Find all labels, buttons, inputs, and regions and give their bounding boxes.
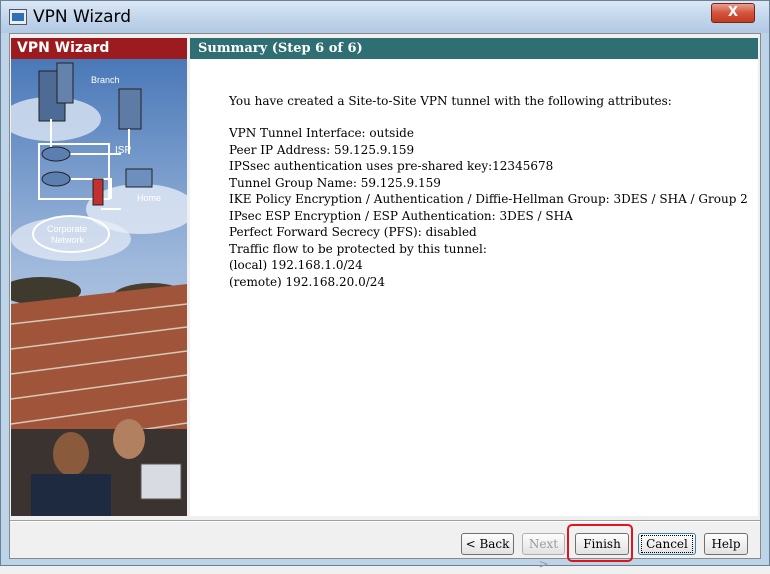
attr-tunnel-group: Tunnel Group Name: 59.125.9.159 [229,175,441,190]
title-bar[interactable]: VPN Wizard X [1,1,769,33]
vpn-wizard-window: VPN Wizard X VPN Wizard Branch ISP Home … [0,0,770,571]
summary-panel: You have created a Site-to-Site VPN tunn… [190,59,758,516]
attr-traffic-flow: Traffic flow to be protected by this tun… [229,241,487,256]
back-button[interactable]: < Back [461,533,514,555]
network-label: Network [51,235,85,245]
finish-highlight [567,524,633,562]
branch-label: Branch [91,75,120,85]
window-title: VPN Wizard [33,7,131,27]
attr-tunnel-interface: VPN Tunnel Interface: outside [229,126,414,140]
vpn-network-illustration: Branch ISP Home Corporate Network [11,59,187,516]
help-button[interactable]: Help [704,533,748,555]
attr-pfs: Perfect Forward Secrecy (PFS): disabled [229,225,477,239]
summary-attributes: VPN Tunnel Interface: outside Peer IP Ad… [229,125,748,290]
isp-label: ISP [115,145,131,156]
wizard-client-area: VPN Wizard Branch ISP Home Corporate Net… [9,33,761,571]
side-panel-title: VPN Wizard [11,38,187,59]
attr-remote-network: (remote) 192.168.20.0/24 [229,274,386,289]
cancel-button[interactable]: Cancel [638,533,696,555]
attr-peer-ip: Peer IP Address: 59.125.9.159 [229,142,415,157]
wizard-side-panel: VPN Wizard Branch ISP Home Corporate Net… [11,38,187,516]
app-icon [9,9,27,25]
corporate-label: Corporate [47,224,87,234]
home-label: Home [137,193,161,203]
attr-ipsec-esp: IPsec ESP Encryption / ESP Authenticatio… [229,208,573,223]
close-button[interactable]: X [711,3,755,23]
close-icon: X [727,5,739,20]
button-separator [10,520,760,522]
attr-ike-policy: IKE Policy Encryption / Authentication /… [229,192,748,206]
attr-local-network: (local) 192.168.1.0/24 [229,258,363,272]
summary-intro: You have created a Site-to-Site VPN tunn… [229,94,672,108]
step-title: Summary (Step 6 of 6) [190,38,758,59]
attr-psk: IPSsec authentication uses pre-shared ke… [229,159,554,173]
next-button[interactable]: Next > [522,533,565,571]
